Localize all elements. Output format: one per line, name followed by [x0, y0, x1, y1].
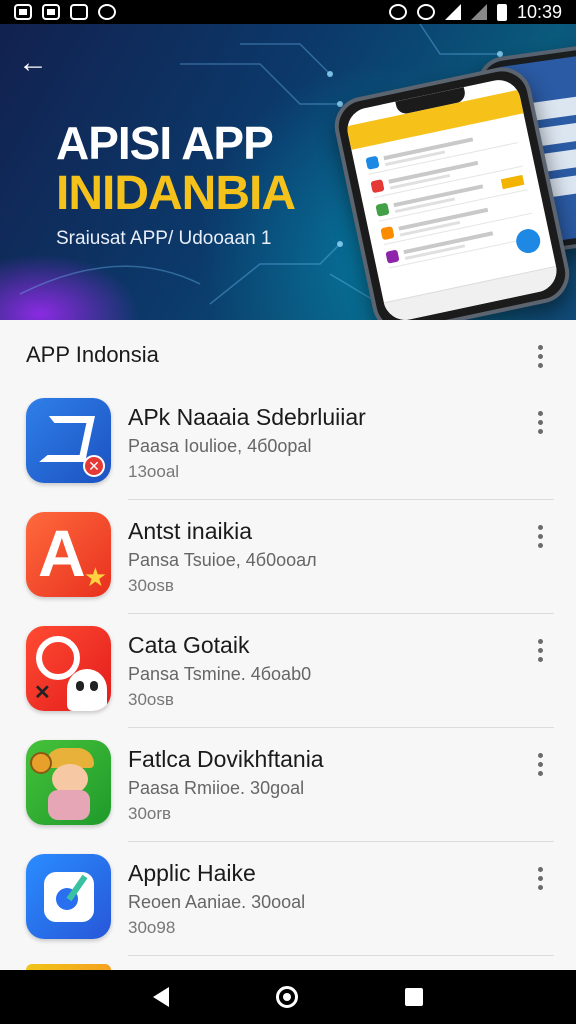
blue-flag-icon: ✕ — [26, 398, 111, 483]
app-size: 13ooal — [128, 462, 180, 481]
app-size: 30o98 — [128, 918, 176, 937]
app-name: Cata Gotaik — [128, 632, 250, 658]
app-name: Antst inaikia — [128, 518, 253, 544]
app-meta: Reoen Aaniae. 30ooal — [128, 892, 306, 912]
system-nav-bar — [0, 970, 576, 1024]
status-right: 10:39 — [388, 1, 562, 23]
list-item[interactable]: ✕ APk Naaaia Sdebrluiiar Paasa Ioulioe, … — [0, 386, 576, 500]
alarm-icon — [416, 4, 435, 20]
more-options-icon[interactable] — [530, 750, 550, 778]
nav-recents-icon[interactable] — [404, 988, 423, 1006]
status-time: 10:39 — [516, 1, 562, 22]
hero-banner: ← APISI APP INIDANBIA Sraiusat APP/ Udoo… — [0, 24, 576, 320]
content-sheet: APP Indonsia ✕ APk Naaaia Sdebrluiiar Pa… — [0, 320, 576, 974]
app-name: Fatlca Dovikhftania — [128, 746, 324, 772]
list-item[interactable]: A ★ Antst inaikia Pansa Tsuioe, 4б0ooaл 3… — [0, 500, 576, 614]
list-item[interactable]: Fatlca Dovikhftania Paasa Rmiioe. 30goal… — [0, 728, 576, 842]
gallery-icon — [14, 4, 32, 20]
app-screen: 10:39 ← APISI APP INIDANBIA Sraiusat APP… — [0, 0, 576, 1024]
hero-subtitle: Sraiusat APP/ Udooaan 1 — [56, 228, 272, 249]
hero-title-accent: INIDANBIA — [56, 167, 296, 220]
list-item[interactable]: Applic Haike Reoen Aaniae. 30ooal 30o98 — [0, 842, 576, 956]
app-name: APk Naaaia Sdebrluiiar — [128, 404, 366, 430]
ghost-icon: ✕ — [26, 626, 111, 711]
more-options-icon[interactable] — [530, 408, 550, 436]
more-options-icon[interactable] — [530, 864, 550, 892]
back-arrow-icon[interactable]: ← — [18, 48, 50, 80]
nav-home-icon[interactable] — [275, 986, 298, 1008]
signal-icon — [470, 4, 487, 20]
app-size: 30orв — [128, 804, 172, 823]
section-title: APP Indonsia — [26, 342, 159, 367]
more-options-icon[interactable] — [530, 636, 550, 664]
app-icon — [70, 4, 88, 20]
wifi-icon — [444, 4, 461, 20]
app-size: 30osв — [128, 576, 174, 595]
sync-icon — [98, 4, 116, 20]
app-meta: Pansa Tsuioe, 4б0ooaл — [128, 550, 317, 570]
hero-title: APISI APP — [56, 117, 274, 169]
app-meta: Pansa Tsmine. 4боab0 — [128, 664, 312, 684]
more-options-icon[interactable] — [530, 522, 550, 550]
character-icon — [26, 740, 111, 825]
app-list: ✕ APk Naaaia Sdebrluiiar Paasa Ioulioe, … — [0, 386, 576, 956]
list-item[interactable]: ✕ Cata Gotaik Pansa Tsmine. 4боab0 30osв — [0, 614, 576, 728]
divider — [128, 955, 554, 956]
app-name: Applic Haike — [128, 860, 256, 886]
red-a-icon: A ★ — [26, 512, 111, 597]
app-size: 30osв — [128, 690, 174, 709]
status-left — [14, 4, 116, 20]
app-meta: Paasa Ioulioe, 4б0opal — [128, 436, 312, 456]
phone-screen — [343, 76, 561, 320]
map-pin-icon — [26, 854, 111, 939]
alarm-icon — [388, 4, 407, 20]
nav-back-icon[interactable] — [153, 987, 170, 1007]
status-bar: 10:39 — [0, 0, 576, 24]
battery-icon — [496, 3, 507, 21]
app-meta: Paasa Rmiioe. 30goal — [128, 778, 305, 798]
photo-icon — [42, 4, 60, 20]
more-options-icon[interactable] — [530, 342, 550, 370]
